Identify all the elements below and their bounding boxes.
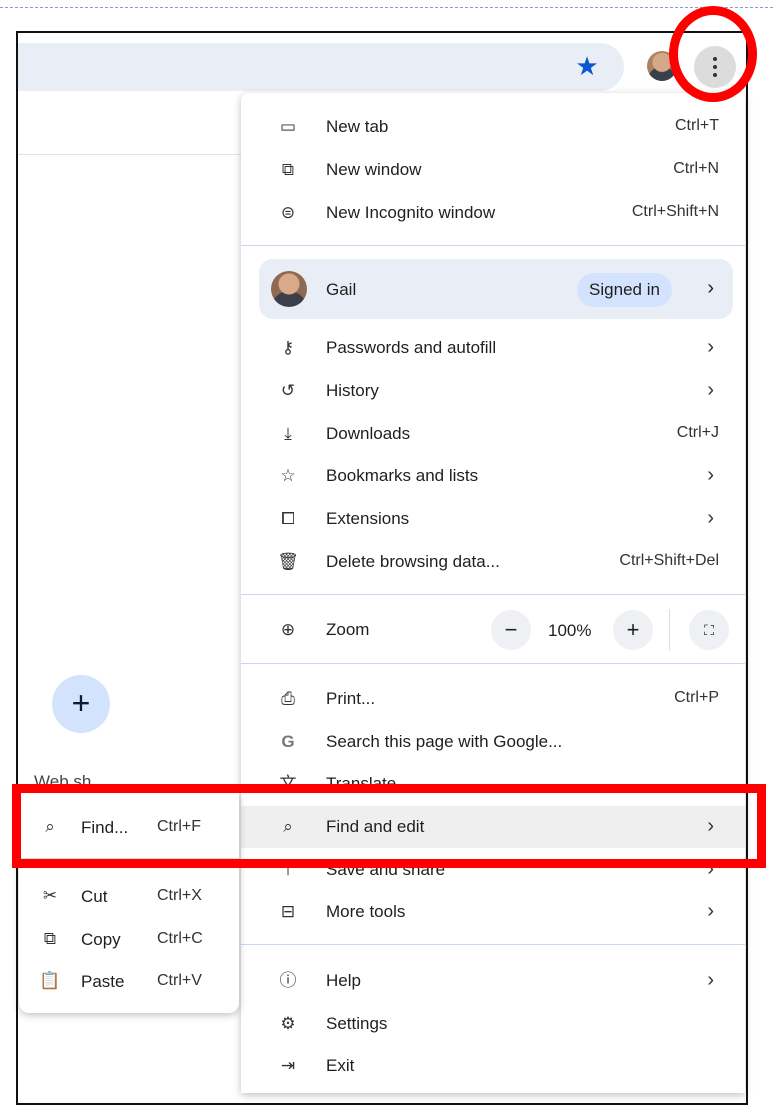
- menu-item-new-tab[interactable]: ▭ New tab Ctrl+T: [241, 106, 745, 148]
- profile-name: Gail: [326, 280, 357, 299]
- menu-divider: [241, 663, 745, 664]
- exit-icon: ⇥: [280, 1056, 296, 1075]
- key-icon: ⚷: [281, 338, 295, 357]
- submenu-item-copy[interactable]: ⧉ Copy Ctrl+C: [19, 919, 239, 959]
- chevron-right-icon: ›: [707, 969, 714, 991]
- scissors-icon: ✂: [42, 886, 58, 905]
- submenu-item-cut[interactable]: ✂ Cut Ctrl+X: [19, 876, 239, 916]
- chevron-right-icon: ›: [707, 379, 714, 401]
- chevron-right-icon: ›: [707, 464, 714, 486]
- divider: [669, 609, 670, 651]
- chevron-right-icon: ›: [707, 507, 714, 529]
- menu-divider: [241, 594, 745, 595]
- star-outline-icon: ☆: [280, 466, 296, 485]
- menu-item-exit[interactable]: ⇥ Exit: [241, 1045, 745, 1087]
- puzzle-icon: ⧠: [281, 509, 295, 528]
- profile-row[interactable]: Gail Signed in ›: [259, 259, 733, 319]
- new-window-icon: ⧉: [281, 160, 295, 179]
- new-tab-icon: ▭: [279, 117, 297, 136]
- zoom-icon: ⊕: [280, 620, 296, 639]
- menu-divider: [241, 944, 745, 945]
- menu-item-zoom: ⊕ Zoom − 100% + ⛶: [241, 609, 745, 651]
- print-icon: ⎙: [281, 689, 295, 708]
- menu-item-settings[interactable]: ⚙ Settings: [241, 1003, 745, 1045]
- menu-item-more-tools[interactable]: ⊟ More tools ›: [241, 891, 745, 933]
- menu-item-print[interactable]: ⎙ Print... Ctrl+P: [241, 678, 745, 720]
- add-shortcut-button[interactable]: +: [52, 675, 110, 733]
- annotation-rectangle: [12, 784, 766, 868]
- menu-item-new-window[interactable]: ⧉ New window Ctrl+N: [241, 149, 745, 191]
- chevron-right-icon: ›: [707, 900, 714, 922]
- star-icon[interactable]: ★: [574, 53, 600, 79]
- signed-in-badge: Signed in: [577, 273, 672, 307]
- menu-item-history[interactable]: ↺ History ›: [241, 370, 745, 412]
- chrome-main-menu: ▭ New tab Ctrl+T ⧉ New window Ctrl+N ⊜ N…: [241, 93, 745, 1093]
- address-bar[interactable]: [18, 43, 624, 91]
- menu-item-downloads[interactable]: ⤓ Downloads Ctrl+J: [241, 413, 745, 455]
- paste-icon: 📋: [39, 971, 61, 990]
- toolbox-icon: ⊟: [280, 902, 296, 921]
- zoom-in-button[interactable]: +: [613, 610, 653, 650]
- download-icon: ⤓: [284, 424, 292, 443]
- menu-divider: [241, 245, 745, 246]
- zoom-level: 100%: [548, 621, 592, 640]
- incognito-icon: ⊜: [280, 203, 296, 222]
- gear-icon: ⚙: [280, 1014, 296, 1033]
- menu-item-bookmarks[interactable]: ☆ Bookmarks and lists ›: [241, 455, 745, 497]
- submenu-item-paste[interactable]: 📋 Paste Ctrl+V: [19, 961, 239, 1001]
- avatar: [271, 271, 307, 307]
- help-icon: ⓘ: [279, 971, 297, 990]
- google-icon: G: [281, 732, 295, 751]
- menu-item-new-incognito[interactable]: ⊜ New Incognito window Ctrl+Shift+N: [241, 192, 745, 234]
- menu-item-passwords[interactable]: ⚷ Passwords and autofill ›: [241, 327, 745, 369]
- chevron-right-icon: ›: [707, 277, 714, 299]
- trash-icon: 🗑: [277, 552, 299, 571]
- annotation-circle: [669, 6, 757, 102]
- menu-item-extensions[interactable]: ⧠ Extensions ›: [241, 498, 745, 540]
- divider: [18, 154, 248, 155]
- menu-item-help[interactable]: ⓘ Help ›: [241, 960, 745, 1002]
- chevron-right-icon: ›: [707, 336, 714, 358]
- history-icon: ↺: [280, 381, 296, 400]
- copy-icon: ⧉: [43, 929, 57, 948]
- top-dashed-line: [0, 7, 773, 8]
- fullscreen-icon[interactable]: ⛶: [689, 610, 729, 650]
- zoom-out-button[interactable]: −: [491, 610, 531, 650]
- menu-item-search-google[interactable]: G Search this page with Google...: [241, 721, 745, 763]
- menu-item-delete-data[interactable]: 🗑 Delete browsing data... Ctrl+Shift+Del: [241, 541, 745, 583]
